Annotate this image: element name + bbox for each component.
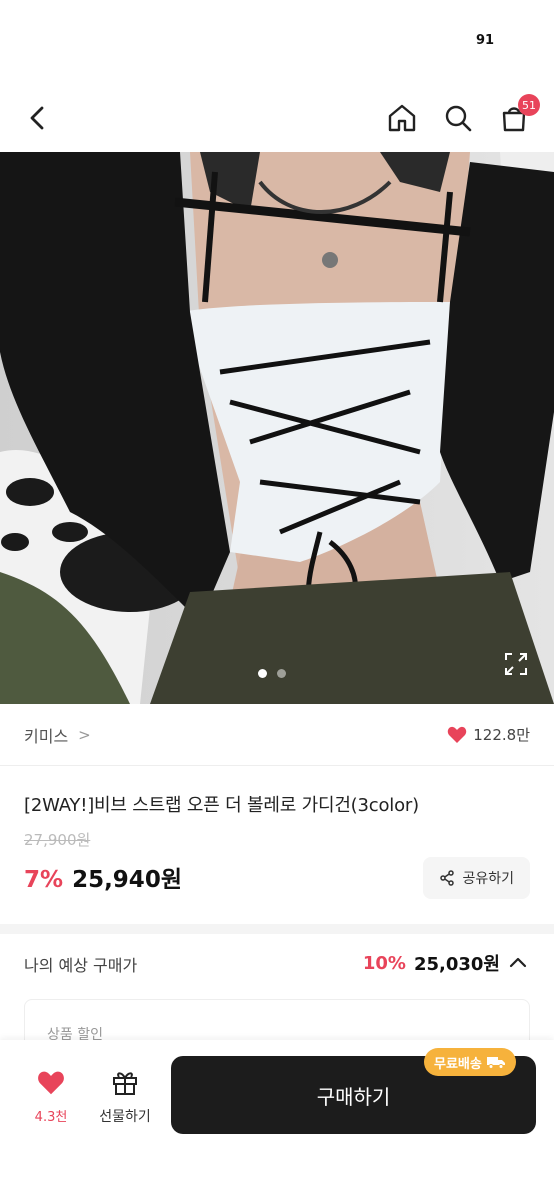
wifi-icon: [433, 31, 455, 49]
product-page: 11:26 91 51 키미스 > 122.8만 [2WAY!]비브 스트랩 오…: [0, 0, 554, 1200]
gift-button[interactable]: 선물하기: [94, 1068, 156, 1126]
carousel-dot-2[interactable]: [277, 669, 286, 678]
truck-icon: [486, 1057, 505, 1069]
top-nav: 51: [0, 86, 554, 152]
brand-likes-count: 122.8만: [473, 726, 530, 744]
share-icon: [440, 870, 455, 886]
free-shipping-label: 무료배송: [434, 1056, 482, 1072]
brand-likes[interactable]: 122.8만: [447, 724, 530, 745]
wishlist-button[interactable]: 4.3천: [28, 1070, 74, 1125]
product-image-gallery[interactable]: [0, 152, 554, 704]
heart-icon: [38, 1071, 64, 1095]
carousel-dots: [258, 669, 286, 678]
gift-label: 선물하기: [99, 1109, 151, 1125]
cart-button[interactable]: 51: [494, 94, 540, 138]
gift-icon: [113, 1072, 137, 1095]
price-row: 7% 25,940원: [24, 860, 182, 894]
search-icon: [445, 105, 472, 132]
status-icons: 91: [400, 30, 504, 51]
discount-rate: 7%: [24, 867, 64, 893]
brand-row[interactable]: 키미스 > 122.8만: [0, 704, 554, 766]
product-photo: [0, 152, 554, 704]
battery-indicator: 91: [466, 30, 504, 51]
home-icon: [388, 104, 416, 132]
sale-price: 25,940원: [72, 867, 182, 893]
product-title: [2WAY!]비브 스트랩 오픈 더 볼레로 가디건(3color): [24, 795, 419, 816]
estimated-discount: 10%: [362, 952, 406, 974]
estimated-price-label: 나의 예상 구매가: [24, 956, 138, 975]
cellular-signal-icon: [400, 33, 422, 49]
original-price: 27,900원: [24, 831, 91, 849]
share-button[interactable]: 공유하기: [423, 857, 530, 899]
expand-icon[interactable]: [504, 652, 528, 676]
back-button[interactable]: [18, 98, 58, 138]
home-button[interactable]: [382, 98, 422, 138]
estimated-price-value: 10% 25,030원: [363, 950, 528, 976]
estimated-price-row[interactable]: 나의 예상 구매가 10% 25,030원: [0, 950, 554, 978]
heart-icon: [448, 726, 467, 743]
section-divider: [0, 924, 554, 934]
status-time: 11:26: [70, 28, 140, 52]
bottom-purchase-bar: 4.3천 선물하기 구매하기 무료배송: [0, 1040, 554, 1200]
chevron-up-icon[interactable]: [508, 953, 528, 973]
brand-name[interactable]: 키미스: [24, 723, 68, 747]
cart-count-badge: 51: [518, 94, 540, 116]
status-bar: 11:26 91: [0, 0, 554, 86]
free-shipping-badge: 무료배송: [424, 1048, 516, 1076]
wishlist-count: 4.3천: [34, 1110, 68, 1125]
search-button[interactable]: [438, 98, 478, 138]
back-arrow-icon: [30, 106, 44, 130]
estimated-price: 25,030원: [413, 954, 500, 975]
carousel-dot-1[interactable]: [258, 669, 267, 678]
brand-chevron-icon: >: [78, 725, 91, 744]
share-label: 공유하기: [462, 871, 514, 887]
